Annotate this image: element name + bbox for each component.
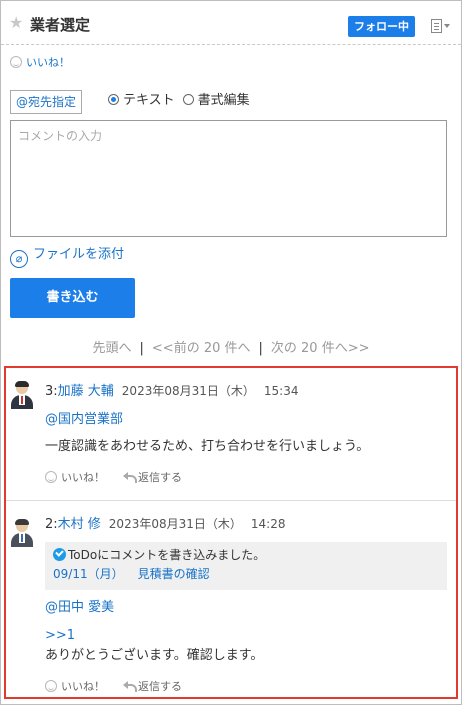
todo-notice-text-row: ToDoにコメントを書き込みました。 (53, 546, 439, 565)
todo-notice: ToDoにコメントを書き込みました。 09/11（月） 見積書の確認 (45, 542, 447, 590)
comment-number: 3: (45, 384, 58, 399)
comment-number: 2: (45, 517, 58, 532)
list-menu-icon[interactable] (431, 18, 451, 36)
comment-anchor-link[interactable]: >>1 (45, 627, 75, 645)
comment-actions: いいね！ 返信する (45, 471, 182, 485)
comment-input[interactable] (10, 120, 447, 237)
reply-arrow-icon (123, 681, 137, 692)
attach-label: ファイルを添付 (33, 247, 125, 262)
comment-reply-label: 返信する (138, 680, 182, 693)
todo-date[interactable]: 09/11（月） (53, 567, 124, 581)
comment-date: 2023年08月31日（木） (121, 384, 255, 398)
radio-text-label: テキスト (123, 93, 175, 108)
comment-actions: いいね！ 返信する (45, 680, 182, 694)
comment-meta: 2:木村 修 2023年08月31日（木） 14:28 (45, 515, 285, 534)
comment-item: 2:木村 修 2023年08月31日（木） 14:28 ToDoにコメントを書き込み… (6, 502, 456, 697)
submit-button[interactable]: 書き込む (10, 278, 135, 318)
comment-reply-link[interactable]: 返信する (123, 471, 182, 484)
radio-rich-option[interactable]: 書式編集 (182, 92, 250, 110)
comment-body: ありがとうございます。確認します。 (45, 648, 264, 663)
comment-reply-label: 返信する (138, 471, 182, 484)
todo-link-row[interactable]: 09/11（月） 見積書の確認 (53, 565, 439, 584)
check-circle-icon (53, 548, 66, 561)
comment-like-link[interactable]: いいね！ (45, 680, 105, 693)
pager-prev[interactable]: <<前の 20 件へ (152, 341, 251, 356)
page-title: 業者選定 (30, 16, 91, 34)
comment-time: 15:34 (263, 384, 299, 398)
comment-item: 3:加藤 大輔 2023年08月31日（木） 15:34 @国内営業部 一度認識をあ… (6, 368, 456, 501)
comment-like-label: いいね！ (61, 680, 105, 693)
mention-button[interactable]: @宛先指定 (10, 90, 83, 114)
radio-unselected-icon (182, 94, 194, 105)
pagination: 先頭へ | <<前の 20 件へ | 次の 20 件へ>> (0, 340, 462, 358)
follow-button[interactable]: フォロー中 (348, 16, 415, 37)
pager-separator: | (139, 341, 144, 356)
todo-task-link[interactable]: 見積書の確認 (138, 567, 210, 581)
comment-like-link[interactable]: いいね！ (45, 471, 105, 484)
star-icon[interactable]: ★ (9, 13, 23, 33)
user-avatar[interactable] (11, 519, 33, 550)
smile-icon (45, 471, 57, 483)
comment-time: 14:28 (250, 517, 286, 531)
like-link[interactable]: いいね！ (10, 56, 70, 70)
like-label: いいね！ (26, 56, 70, 69)
pager-separator: | (258, 341, 263, 356)
comment-mention[interactable]: @田中 愛美 (45, 599, 114, 617)
pager-first[interactable]: 先頭へ (93, 341, 132, 356)
comment-like-label: いいね！ (61, 471, 105, 484)
radio-text-option[interactable]: テキスト (108, 92, 175, 110)
comment-reply-link[interactable]: 返信する (123, 680, 182, 693)
reply-arrow-icon (123, 472, 137, 483)
comment-user-link[interactable]: 加藤 大輔 (58, 384, 114, 399)
user-avatar[interactable] (11, 381, 33, 412)
comment-user-link[interactable]: 木村 修 (58, 517, 101, 532)
comment-list: 3:加藤 大輔 2023年08月31日（木） 15:34 @国内営業部 一度認識をあ… (4, 366, 458, 699)
comment-body: 一度認識をあわせるため、打ち合わせを行いましょう。 (45, 439, 370, 454)
smile-icon (10, 56, 22, 68)
smile-icon (45, 680, 57, 692)
paperclip-icon: ⌀ (10, 250, 28, 268)
comment-meta: 3:加藤 大輔 2023年08月31日（木） 15:34 (45, 382, 298, 401)
format-radio-group: テキスト 書式編集 (108, 92, 258, 110)
radio-selected-icon (108, 94, 119, 105)
comment-date: 2023年08月31日（木） (108, 517, 242, 531)
attach-file-link[interactable]: ⌀ ファイルを添付 (10, 245, 124, 268)
radio-rich-label: 書式編集 (197, 93, 250, 108)
todo-notice-text: ToDoにコメントを書き込みました。 (68, 548, 266, 562)
comment-mention[interactable]: @国内営業部 (45, 411, 123, 429)
space-header: ★ 業者選定 フォロー中 (1, 1, 461, 45)
pager-next[interactable]: 次の 20 件へ>> (271, 341, 370, 356)
